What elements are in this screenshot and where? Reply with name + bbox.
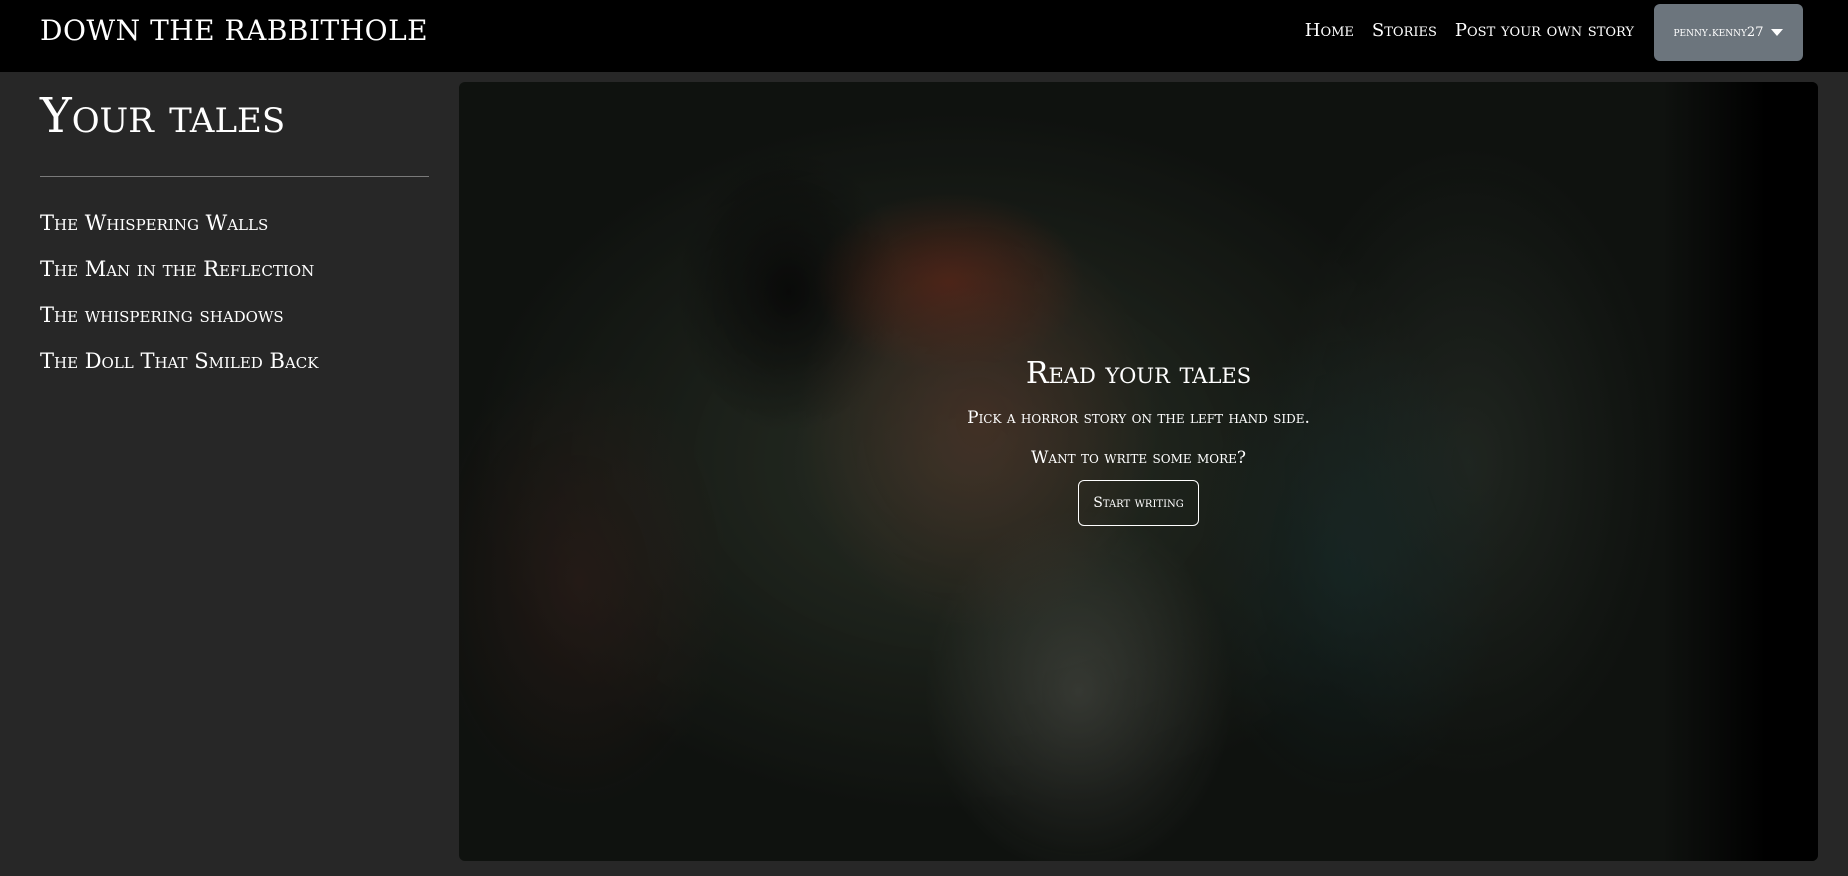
hero-instruction: Pick a horror story on the left hand sid… (967, 408, 1310, 428)
hero-image-panel: Read your tales Pick a horror story on t… (459, 82, 1818, 861)
story-link[interactable]: The Doll That Smiled Back (40, 338, 318, 384)
user-name: penny.kenny27 (1673, 25, 1764, 40)
hero-content: Read your tales Pick a horror story on t… (459, 352, 1818, 526)
hero-prompt: Want to write some more? (1030, 448, 1247, 468)
hero-title: Read your tales (1025, 356, 1252, 391)
story-link[interactable]: The Man in the Reflection (40, 246, 318, 292)
story-list: The Whispering Walls The Man in the Refl… (40, 200, 318, 384)
brand-logo[interactable]: DOWN THE RABBITHOLE (40, 14, 428, 47)
user-menu-button[interactable]: penny.kenny27 (1654, 4, 1803, 61)
nav-link-post-story[interactable]: Post your own story (1455, 20, 1634, 41)
story-link[interactable]: The Whispering Walls (40, 200, 318, 246)
caret-down-icon (1771, 29, 1784, 36)
sidebar-title: Your tales (40, 88, 286, 144)
story-link[interactable]: The whispering shadows (40, 292, 318, 338)
sidebar: Your tales The Whispering Walls The Man … (0, 72, 458, 876)
sidebar-divider (40, 176, 429, 177)
nav-link-stories[interactable]: Stories (1372, 20, 1437, 41)
nav-links: Home Stories Post your own story (1305, 20, 1634, 41)
start-writing-button[interactable]: Start writing (1078, 480, 1199, 526)
nav-link-home[interactable]: Home (1305, 20, 1354, 41)
top-navbar: DOWN THE RABBITHOLE Home Stories Post yo… (0, 0, 1848, 72)
